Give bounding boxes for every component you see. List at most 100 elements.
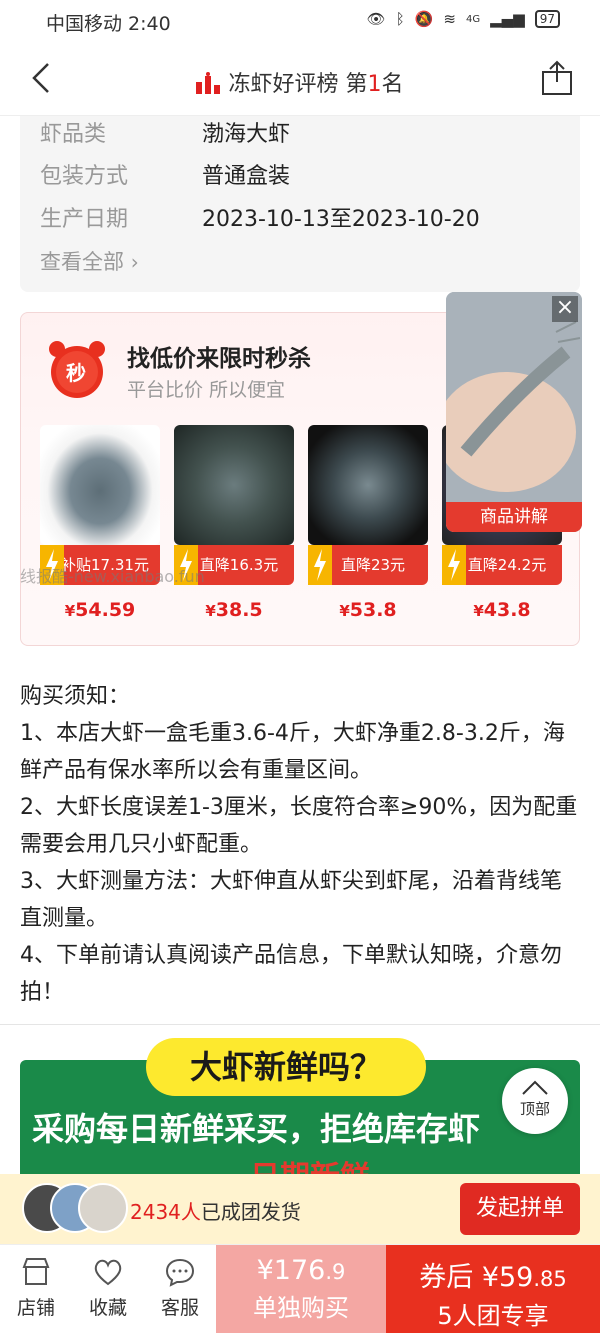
chevron-up-icon — [522, 1080, 548, 1095]
group-price: 券后 ¥59.85 — [386, 1255, 600, 1294]
price-value: 53.8 — [349, 599, 397, 621]
product-card[interactable]: 补贴17.31元 ¥54.59 — [40, 425, 160, 621]
share-icon[interactable] — [540, 60, 574, 96]
avatar — [78, 1183, 128, 1233]
favorite-button[interactable]: 收藏 — [78, 1257, 138, 1320]
buy-alone-button[interactable]: ¥176.9 单独购买 — [216, 1245, 386, 1333]
price-value: 43.8 — [483, 599, 531, 621]
currency-symbol: ¥ — [339, 602, 350, 620]
mute-icon: 🔕 — [414, 10, 434, 28]
eye-icon: 👁 — [366, 10, 386, 28]
video-label: 商品讲解 — [446, 502, 582, 532]
ranking-title-suffix: 名 — [381, 72, 404, 97]
ranking-icon — [196, 72, 221, 94]
product-price: ¥38.5 — [174, 599, 294, 621]
banner-headline: 大虾新鲜吗？ — [146, 1038, 426, 1096]
back-to-top-button[interactable]: 顶部 — [502, 1068, 568, 1134]
discount-tag: 直降23元 — [308, 545, 428, 585]
solo-price-decimal: .9 — [325, 1260, 346, 1284]
wifi-icon: ≋ — [443, 10, 456, 28]
avatar-group — [22, 1183, 128, 1235]
discount-tag-text: 直降24.2元 — [467, 556, 547, 574]
note-item: 1、本店大虾一盒毛重3.6-4斤，大虾净重2.8-3.2斤，海鲜产品有保水率所以… — [20, 721, 565, 783]
back-to-top-label: 顶部 — [519, 1100, 550, 1118]
carrier-time: 中国移动 2:40 — [46, 13, 171, 35]
group-price-decimal: .85 — [533, 1267, 567, 1291]
spec-key: 包装方式 — [40, 164, 129, 189]
price-value: 38.5 — [215, 599, 263, 621]
flash-sale-subtitle: 平台比价 所以便宜 — [127, 379, 286, 401]
spec-value: 2023-10-13至2023-10-20 — [202, 207, 480, 232]
status-icons: 👁 ᛒ 🔕 ≋ 4G ▂▄▆ 97 — [367, 10, 560, 28]
currency-symbol: ¥ — [473, 602, 484, 620]
note-item: 3、大虾测量方法：大虾伸直从虾尖到虾尾，沿着背线笔直测量。 — [20, 869, 562, 931]
view-all-label: 查看全部 — [40, 250, 124, 274]
lightning-icon — [442, 545, 466, 585]
currency-symbol: ¥ — [205, 602, 216, 620]
start-group-button[interactable]: 发起拼单 — [460, 1183, 580, 1235]
product-card[interactable]: 直降16.3元 ¥38.5 — [174, 425, 294, 621]
discount-tag: 直降24.2元 — [442, 545, 562, 585]
group-status: 2434人已成团发货 — [130, 1196, 301, 1225]
close-icon[interactable]: × — [552, 296, 578, 322]
chat-icon — [165, 1258, 195, 1287]
product-price: ¥53.8 — [308, 599, 428, 621]
page: 中国移动 2:40 👁 ᛒ 🔕 ≋ 4G ▂▄▆ 97 冻虾好评榜 第1名 虾品… — [0, 0, 600, 1333]
heart-icon — [94, 1259, 122, 1286]
watermark: 线报酷-new.xianbao.fun — [20, 567, 205, 586]
discount-tag-text: 直降23元 — [340, 556, 406, 574]
spec-key: 生产日期 — [40, 207, 129, 232]
group-price-main: 券后 ¥59 — [419, 1262, 534, 1293]
spec-value: 渤海大虾 — [202, 122, 291, 147]
product-video-pip[interactable]: × 商品讲解 — [446, 292, 582, 532]
spec-key: 虾品类 — [40, 122, 107, 147]
bluetooth-icon: ᛒ — [395, 10, 405, 28]
group-buy-bar: 2434人已成团发货 发起拼单 — [0, 1174, 600, 1244]
spec-row: 虾品类 渤海大虾 — [40, 116, 290, 148]
network-label: 4G — [465, 13, 481, 25]
view-all-specs-link[interactable]: 查看全部 › — [40, 246, 139, 276]
spec-card: 虾品类 渤海大虾 包装方式 普通盒装 生产日期 2023-10-13至2023-10-… — [20, 116, 580, 292]
solo-label: 单独购买 — [253, 1294, 349, 1322]
signal-icon: ▂▄▆ — [490, 10, 525, 28]
ranking-title-prefix: 冻虾好评榜 第 — [228, 72, 368, 97]
store-label: 店铺 — [16, 1297, 55, 1319]
status-bar: 中国移动 2:40 👁 ᛒ 🔕 ≋ 4G ▂▄▆ 97 — [0, 0, 600, 40]
notes-heading: 购买须知： — [20, 684, 131, 709]
group-label: 5人团专享 — [437, 1302, 549, 1330]
shrimp-image — [40, 425, 160, 545]
flash-badge-text: 秒 — [66, 361, 86, 385]
discount-tag-text: 直降16.3元 — [199, 556, 279, 574]
ranking-number: 1 — [367, 72, 382, 97]
nav-bar: 冻虾好评榜 第1名 — [0, 40, 600, 116]
banner-line1: 采购每日新鲜采买，拒绝库存虾 — [32, 1110, 481, 1148]
currency-symbol: ¥ — [64, 602, 76, 620]
flash-sale-title: 找低价来限时秒杀 — [127, 346, 311, 372]
store-button[interactable]: 店铺 — [6, 1257, 66, 1320]
shrimp-hand-image — [446, 292, 582, 532]
ranking-title[interactable]: 冻虾好评榜 第1名 — [0, 66, 600, 98]
product-price: ¥43.8 — [442, 599, 562, 621]
divider — [0, 1024, 600, 1025]
favorite-label: 收藏 — [88, 1297, 127, 1319]
spec-row: 包装方式 普通盒装 — [40, 158, 290, 190]
store-icon — [22, 1258, 50, 1285]
group-buy-button[interactable]: 券后 ¥59.85 5人团专享 — [386, 1245, 600, 1333]
note-item: 2、大虾长度误差1-3厘米，长度符合率≥90%，因为配重需要会用几只小虾配重。 — [20, 795, 578, 857]
group-count: 2434人 — [130, 1200, 201, 1224]
price-value: 54.59 — [75, 599, 136, 621]
product-price: ¥54.59 — [40, 599, 160, 621]
chevron-right-icon: › — [130, 250, 139, 274]
group-status-text: 已成团发货 — [200, 1200, 301, 1224]
product-card[interactable]: 直降23元 ¥53.8 — [308, 425, 428, 621]
shrimp-image — [174, 425, 294, 545]
purchase-notes: 购买须知： 1、本店大虾一盒毛重3.6-4斤，大虾净重2.8-3.2斤，海鲜产品… — [20, 678, 580, 1011]
note-item: 4、下单前请认真阅读产品信息，下单默认知晓，介意勿拍！ — [20, 943, 562, 1005]
shrimp-image — [308, 425, 428, 545]
spec-row: 生产日期 2023-10-13至2023-10-20 — [40, 201, 480, 233]
solo-price-main: ¥176 — [256, 1255, 326, 1286]
solo-price: ¥176.9 — [216, 1255, 386, 1286]
bottom-action-bar: 店铺 收藏 客服 ¥176.9 单独购买 券后 ¥59.85 5人团专享 — [0, 1244, 600, 1333]
customer-service-button[interactable]: 客服 — [150, 1257, 210, 1320]
battery-icon: 97 — [534, 10, 560, 28]
